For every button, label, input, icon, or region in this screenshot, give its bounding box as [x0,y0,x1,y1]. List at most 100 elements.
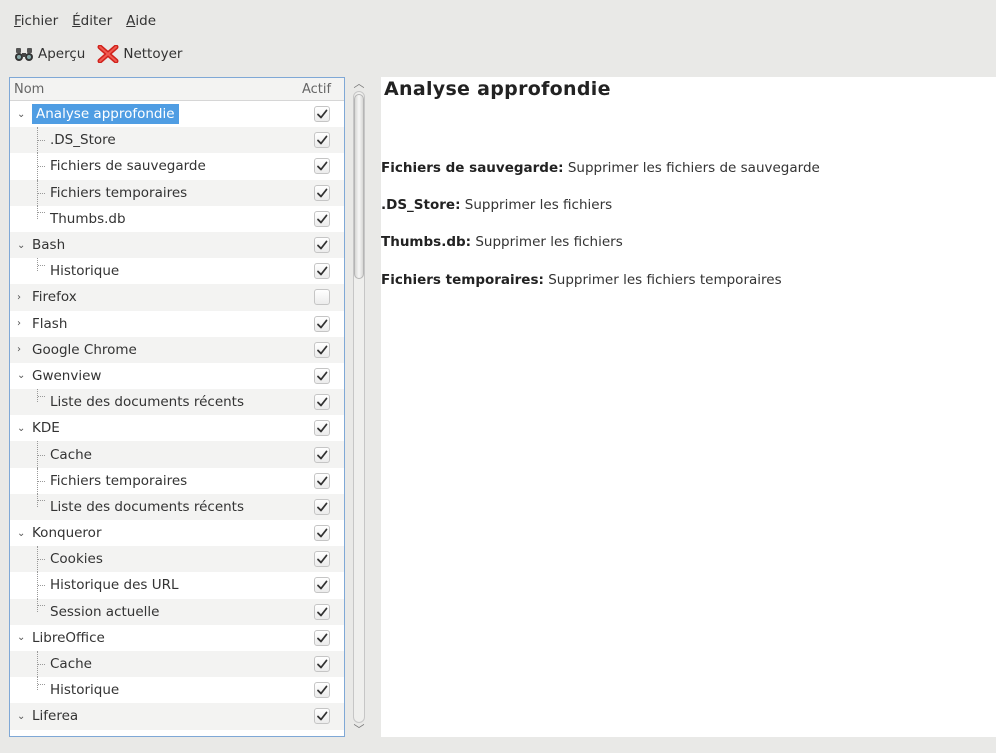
tree-row-label: Historique [50,682,120,699]
tree-row[interactable]: Liste des documents récents [10,389,344,416]
tree-row-label: LibreOffice [32,629,105,646]
chevron-right-icon[interactable]: › [17,292,21,303]
tree-row[interactable]: ⌄ Konqueror [10,520,344,546]
tree-branch-line [37,677,48,691]
scroll-track[interactable] [353,91,365,723]
tree-row[interactable]: Cache [10,441,344,468]
menu-fichier-accel: F [14,13,21,29]
toolbar: Aperçu Nettoyer [0,40,996,68]
chevron-down-icon[interactable]: ⌄ [17,528,25,539]
tree-row-label: Fichiers temporaires [50,472,188,489]
detail-line: Fichiers temporaires: Supprimer les fich… [381,272,782,288]
tree-row[interactable]: Cookies [10,546,344,573]
chevron-down-icon[interactable]: ⌄ [17,109,25,120]
active-checkbox[interactable] [314,289,330,306]
scroll-thumb[interactable] [354,94,364,279]
tree-row-label: Cache [50,446,92,463]
tree-row[interactable]: › Google Chrome [10,336,344,363]
tree-row-label: Gwenview [32,367,102,384]
tree-row[interactable]: Historique [10,677,344,703]
chevron-down-icon[interactable]: ⌄ [17,711,25,722]
tree-branch-line [37,127,48,154]
menu-aide-label: ide [135,13,157,29]
menu-aide[interactable]: Aide [126,13,156,29]
tree-row[interactable]: .DS_Store [10,127,344,154]
chevron-down-icon[interactable]: ⌄ [17,370,25,381]
scroll-up-arrow-icon[interactable]: ︿ [350,77,368,91]
menu-fichier-label: ichier [20,13,59,29]
preview-button[interactable]: Aperçu [14,46,85,62]
tree-row[interactable]: ⌄ Bash [10,231,344,259]
tree-branch-line [37,546,48,573]
active-checkbox[interactable] [314,132,330,149]
active-checkbox[interactable] [314,682,330,699]
details-panel: Analyse approfondie Fichiers de sauvegar… [381,77,996,737]
active-checkbox[interactable] [314,341,330,358]
detail-key: .DS_Store: [381,197,461,213]
detail-value: Supprimer les fichiers [475,234,623,250]
tree-row[interactable]: Cache [10,650,344,678]
active-checkbox[interactable] [314,158,330,175]
tree-row[interactable]: ⌄ LibreOffice [10,625,344,651]
active-checkbox[interactable] [314,315,330,332]
chevron-right-icon[interactable]: › [17,318,21,329]
tree-row-label: Historique des URL [50,577,179,594]
active-checkbox[interactable] [314,237,330,254]
active-checkbox[interactable] [314,263,330,280]
active-checkbox[interactable] [314,603,330,620]
active-checkbox[interactable] [314,577,330,594]
active-checkbox[interactable] [314,525,330,542]
active-checkbox[interactable] [314,367,330,384]
tree-row[interactable]: Historique des URL [10,572,344,599]
tree-row[interactable]: ⌄ Gwenview [10,363,344,389]
detail-line: Fichiers de sauvegarde: Supprimer les fi… [381,160,820,176]
tree-row[interactable]: Thumbs.db [10,205,344,232]
tree-scrollbar[interactable]: ︿ ﹀ [350,77,368,737]
menu-editer-accel: É [72,13,81,29]
tree-row[interactable]: ⌄ Liferea [10,703,344,730]
detail-key: Thumbs.db: [381,234,472,250]
active-checkbox[interactable] [314,656,330,673]
active-checkbox[interactable] [314,708,330,725]
active-checkbox[interactable] [314,629,330,646]
active-checkbox[interactable] [314,420,330,437]
active-checkbox[interactable] [314,394,330,411]
chevron-down-icon[interactable]: ⌄ [17,240,25,251]
scroll-down-arrow-icon[interactable]: ﹀ [350,723,368,737]
tree-row[interactable]: Historique [10,258,344,284]
tree-row[interactable]: Liste des documents récents [10,493,344,520]
chevron-down-icon[interactable]: ⌄ [17,423,25,434]
tree-row[interactable]: ⌄ KDE [10,415,344,441]
detail-key: Fichiers de sauvegarde: [381,160,564,176]
active-checkbox[interactable] [314,106,330,123]
tree-row[interactable]: ⌄ Analyse approfondie [10,101,344,127]
clean-button[interactable]: Nettoyer [97,45,182,63]
tree-row[interactable]: Fichiers temporaires [10,179,344,206]
tree-row[interactable]: Fichiers temporaires [10,467,344,494]
active-checkbox[interactable] [314,498,330,515]
tree-branch-line [37,258,48,272]
active-checkbox[interactable] [314,472,330,489]
active-checkbox[interactable] [314,551,330,568]
detail-line: .DS_Store: Supprimer les fichiers [381,197,612,213]
active-checkbox[interactable] [314,210,330,227]
menu-editer[interactable]: Éditer [72,13,112,29]
tree-row[interactable]: Fichiers de sauvegarde [10,153,344,180]
tree-row[interactable]: › Flash [10,311,344,337]
active-checkbox[interactable] [314,446,330,463]
chevron-down-icon[interactable]: ⌄ [17,632,25,643]
active-checkbox[interactable] [314,184,330,201]
tree-row-label: KDE [32,420,60,437]
menu-fichier[interactable]: Fichier [14,13,58,29]
binoculars-icon [15,48,33,61]
chevron-right-icon[interactable]: › [17,344,21,355]
tree-branch-line [37,650,48,678]
details-title: Analyse approfondie [384,78,611,100]
menu-bar: Fichier Éditer Aide [0,8,996,34]
column-header-name[interactable]: Nom [10,82,302,97]
tree-row-label: Session actuelle [50,603,160,620]
tree-row-label: Liste des documents récents [50,498,245,515]
tree-row[interactable]: Session actuelle [10,598,344,625]
tree-row[interactable]: › Firefox [10,284,344,311]
column-header-active[interactable]: Actif [302,82,344,97]
